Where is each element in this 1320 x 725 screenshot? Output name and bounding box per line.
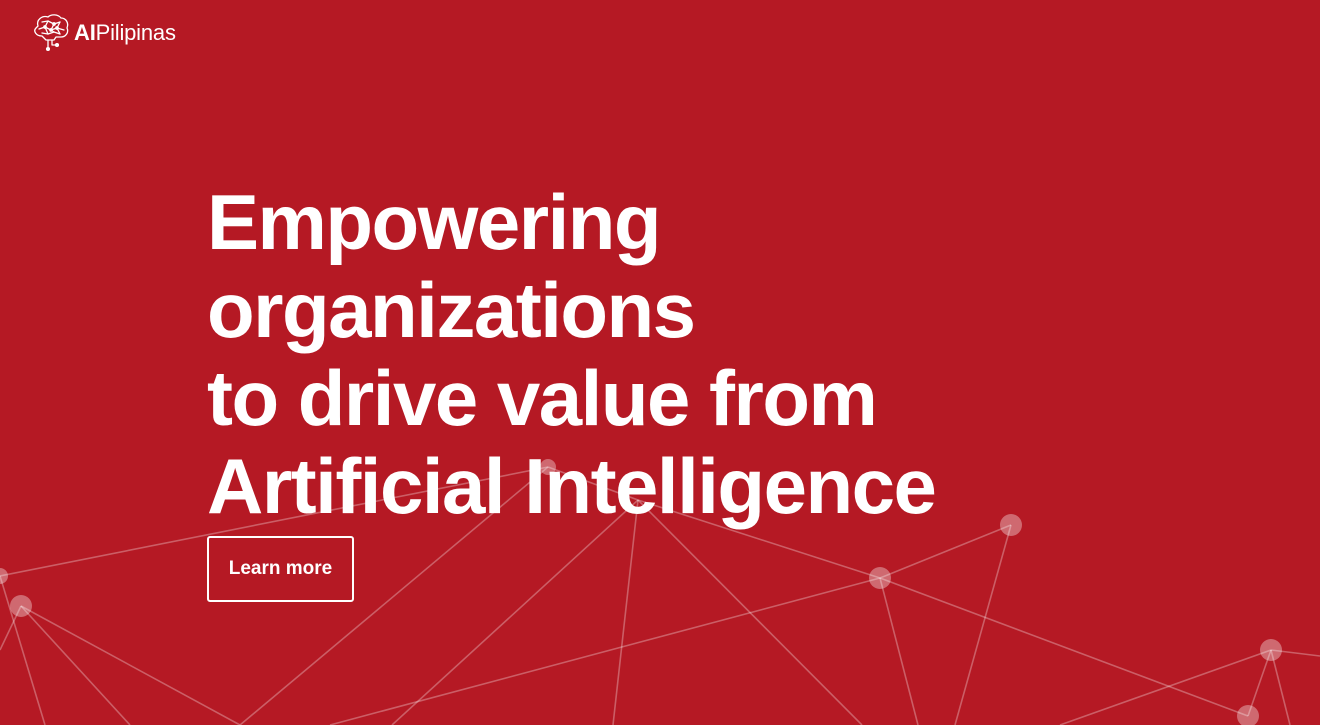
hero-section: Empowering organizations to drive value …: [207, 178, 937, 530]
headline-line-3: to drive value from: [207, 354, 878, 442]
brand-name-regular: Pilipinas: [95, 20, 176, 45]
brand-wordmark: AIPilipinas: [74, 22, 176, 44]
headline-line-4: Artificial Intelligence: [207, 442, 937, 530]
learn-more-button[interactable]: Learn more: [207, 536, 354, 602]
brain-circuit-icon: [34, 14, 69, 52]
headline-line-2: organizations: [207, 266, 696, 354]
headline-line-1: Empowering: [207, 178, 662, 266]
hero-headline: Empowering organizations to drive value …: [207, 178, 937, 530]
brand-logo[interactable]: AIPilipinas: [30, 12, 176, 52]
brand-name-bold: AI: [74, 20, 96, 45]
